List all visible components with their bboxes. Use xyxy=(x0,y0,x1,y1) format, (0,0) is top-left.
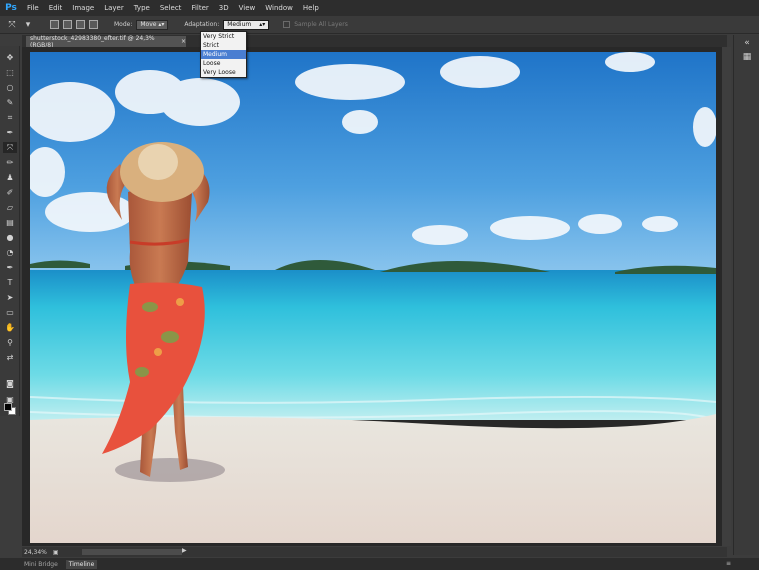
history-brush-icon[interactable]: ✐ xyxy=(3,187,17,198)
arrow-right-icon[interactable]: ▶ xyxy=(182,547,187,554)
dodge-icon[interactable]: ◔ xyxy=(3,247,17,258)
content-aware-move-icon[interactable]: ⤧ xyxy=(3,142,17,153)
sample-all-layers-checkbox[interactable] xyxy=(283,21,291,28)
content-aware-move-icon[interactable]: ⤧ xyxy=(6,19,18,30)
mode-select[interactable]: Move ▴▾ xyxy=(136,19,169,30)
pen-icon[interactable]: ✒ xyxy=(3,262,17,273)
mode-label: Mode: xyxy=(114,21,133,28)
photoshop-window: Ps File Edit Image Layer Type Select Fil… xyxy=(0,0,759,570)
menu-view[interactable]: View xyxy=(234,0,261,16)
vertical-scrollbar[interactable] xyxy=(722,47,731,546)
brush-icon[interactable]: ✏ xyxy=(3,157,17,168)
eyedropper-icon[interactable]: ✒ xyxy=(3,127,17,138)
beach-photo xyxy=(30,52,716,543)
menu-image[interactable]: Image xyxy=(67,0,99,16)
document-info-icon[interactable]: ▣ xyxy=(53,549,59,556)
right-panel-dock: « ▦ xyxy=(733,35,759,555)
rectangle-icon[interactable]: ▭ xyxy=(3,307,17,318)
mode-value: Move xyxy=(140,21,157,28)
options-bar: ⤧ ▾ Mode: Move ▴▾ Adaptation: Medium ▴▾ … xyxy=(0,16,759,34)
menu-3d[interactable]: 3D xyxy=(214,0,234,16)
dropdown-option-medium[interactable]: Medium xyxy=(201,50,246,59)
dropdown-option-strict[interactable]: Strict xyxy=(201,41,246,50)
menu-filter[interactable]: Filter xyxy=(186,0,213,16)
sample-all-layers-label: Sample All Layers xyxy=(294,21,348,28)
quick-select-icon[interactable]: ✎ xyxy=(3,97,17,108)
app-logo: Ps xyxy=(5,3,17,13)
adaptation-value: Medium xyxy=(227,21,252,28)
panel-toggle-icon[interactable]: « xyxy=(741,37,753,49)
add-to-selection-icon[interactable] xyxy=(63,20,72,29)
gradient-icon[interactable]: ▤ xyxy=(3,217,17,228)
menu-select[interactable]: Select xyxy=(155,0,187,16)
menu-type[interactable]: Type xyxy=(129,0,155,16)
document-image[interactable] xyxy=(30,52,716,543)
menu-help[interactable]: Help xyxy=(298,0,324,16)
swap-colors-icon[interactable]: ⇄ xyxy=(3,352,17,363)
tab-timeline[interactable]: Timeline xyxy=(65,559,98,569)
menu-file[interactable]: File xyxy=(22,0,44,16)
dropdown-option-very-strict[interactable]: Very Strict xyxy=(201,32,246,41)
menu-window[interactable]: Window xyxy=(260,0,298,16)
adaptation-label: Adaptation: xyxy=(184,21,220,28)
zoom-icon[interactable]: ⚲ xyxy=(3,337,17,348)
move-icon[interactable]: ✥ xyxy=(3,52,17,63)
menu-layer[interactable]: Layer xyxy=(99,0,129,16)
menu-bar: Ps File Edit Image Layer Type Select Fil… xyxy=(0,0,759,16)
type-icon[interactable]: T xyxy=(3,277,17,288)
tools-panel: ✥ ⬚ ○ ✎ ⌗ ✒ ⤧ ✏ ♟ ✐ ▱ ▤ ● ◔ ✒ T ➤ ▭ ✋ ⚲ … xyxy=(0,46,20,416)
foreground-color-swatch[interactable] xyxy=(4,403,12,411)
intersect-selection-icon[interactable] xyxy=(89,20,98,29)
dropdown-option-loose[interactable]: Loose xyxy=(201,59,246,68)
quick-mask-icon[interactable]: ◙ xyxy=(3,378,17,389)
panel-menu-icon[interactable]: ≡ xyxy=(726,560,731,567)
menu-edit[interactable]: Edit xyxy=(44,0,68,16)
tab-mini-bridge[interactable]: Mini Bridge xyxy=(24,561,58,568)
hand-icon[interactable]: ✋ xyxy=(3,322,17,333)
lasso-icon[interactable]: ○ xyxy=(3,82,17,93)
horizontal-scrollbar[interactable] xyxy=(82,549,182,555)
select-chevron-icon: ▴▾ xyxy=(158,21,165,28)
bottom-panel: Mini Bridge Timeline ≡ xyxy=(0,558,759,570)
path-select-icon[interactable]: ➤ xyxy=(3,292,17,303)
crop-icon[interactable]: ⌗ xyxy=(3,112,17,123)
dropdown-option-very-loose[interactable]: Very Loose xyxy=(201,68,246,77)
document-tab-bar: shutterstock_42983380_efter.tif @ 24,3% … xyxy=(22,35,727,49)
select-chevron-icon: ▴▾ xyxy=(259,21,266,28)
close-icon[interactable]: × xyxy=(181,38,186,45)
history-panel-icon[interactable]: ▦ xyxy=(741,51,753,63)
eraser-icon[interactable]: ▱ xyxy=(3,202,17,213)
subtract-selection-icon[interactable] xyxy=(76,20,85,29)
document-tab[interactable]: shutterstock_42983380_efter.tif @ 24,3% … xyxy=(26,35,186,49)
adaptation-dropdown: Very Strict Strict Medium Loose Very Loo… xyxy=(200,31,247,78)
new-selection-icon[interactable] xyxy=(50,20,59,29)
blur-icon[interactable]: ● xyxy=(3,232,17,243)
adaptation-select[interactable]: Medium ▴▾ xyxy=(223,19,270,30)
marquee-icon[interactable]: ⬚ xyxy=(3,67,17,78)
status-bar: 24,34% ▣ ▶ xyxy=(22,547,727,557)
tool-preset-chevron-icon[interactable]: ▾ xyxy=(22,19,34,30)
clone-stamp-icon[interactable]: ♟ xyxy=(3,172,17,183)
zoom-level[interactable]: 24,34% xyxy=(24,549,47,556)
